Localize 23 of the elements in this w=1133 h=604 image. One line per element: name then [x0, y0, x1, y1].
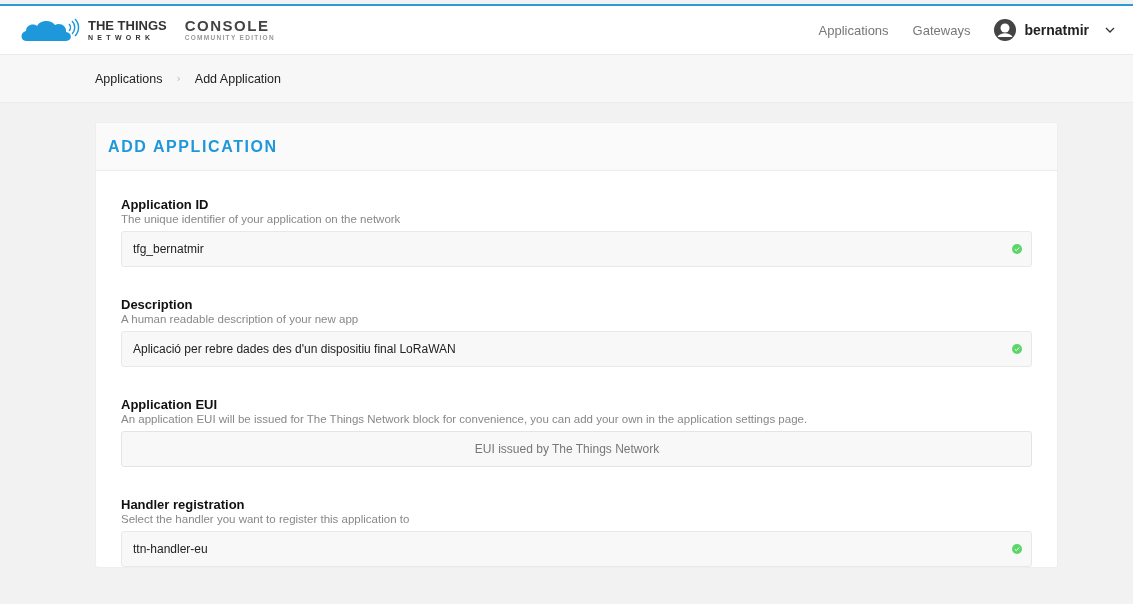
avatar-icon: [994, 19, 1017, 41]
cloud-logo-icon: [20, 18, 80, 42]
input-field[interactable]: tfg_bernatmir: [121, 231, 1032, 267]
field-description: The unique identifier of your application on the network: [121, 213, 402, 225]
nav-link[interactable]: Gateways: [912, 22, 971, 38]
user-menu[interactable]: bernatmir: [994, 19, 1115, 41]
card-title: ADD APPLICATION: [108, 137, 278, 156]
caret-icon: [1105, 27, 1115, 33]
field-description: Select the handler you want to register this application to: [121, 513, 411, 525]
field-label: Description: [121, 297, 194, 312]
nav-link[interactable]: Applications: [818, 22, 889, 38]
brand-name: THE THINGS: [88, 19, 167, 32]
input-field[interactable]: ttn-handler-eu: [121, 531, 1032, 567]
field-label: Application EUI: [121, 397, 219, 412]
breadcrumb-chevron-icon: ›: [176, 72, 181, 85]
breadcrumb-link[interactable]: Applications: [95, 71, 163, 86]
breadcrumb-link[interactable]: Add Application: [194, 71, 281, 86]
field-description: A human readable description of your new app: [121, 313, 360, 325]
field-label: Handler registration: [121, 497, 246, 512]
input-field[interactable]: Aplicació per rebre dades des d'un dispositiu final LoRaWAN: [121, 331, 1032, 367]
field-label: Application ID: [121, 197, 210, 212]
field-description: An application EUI will be issued for The Things Network block for convenience, you can add your own in the application settings page.: [121, 413, 809, 425]
product-name: CONSOLE: [184, 18, 271, 34]
